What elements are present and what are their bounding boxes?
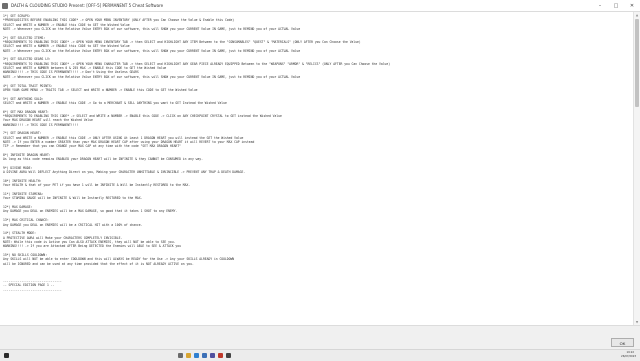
store-icon[interactable] xyxy=(210,353,215,358)
instructions-text-area[interactable]: 1*) SET SCRAPS: *PREREQUISITES BEFORE ENA… xyxy=(0,12,633,325)
start-icon[interactable] xyxy=(4,353,9,358)
scroll-thumb[interactable] xyxy=(635,19,639,107)
ok-button[interactable]: OK xyxy=(611,338,634,347)
scroll-up-icon[interactable]: ▲ xyxy=(634,12,640,18)
search-icon[interactable] xyxy=(178,353,183,358)
vertical-scrollbar[interactable]: ▲ ▼ xyxy=(633,12,640,325)
window-controls: – □ ✕ xyxy=(592,0,640,11)
dialog-footer: OK xyxy=(0,325,640,350)
media-icon[interactable] xyxy=(218,353,223,358)
minimize-button[interactable]: – xyxy=(592,0,608,11)
cheat-app-icon[interactable] xyxy=(226,353,231,358)
maximize-button[interactable]: □ xyxy=(608,0,624,11)
close-button[interactable]: ✕ xyxy=(624,0,640,11)
clock-date[interactable]: 26/07/2023 xyxy=(621,355,636,358)
clock-time[interactable]: 19:22 xyxy=(627,351,634,354)
text-line: -------------------------------- xyxy=(3,287,62,292)
mail-icon[interactable] xyxy=(202,353,207,358)
taskbar: 19:22 26/07/2023 xyxy=(0,349,640,361)
file-explorer-icon[interactable] xyxy=(186,353,191,358)
window-title: DALTH & CLOUDING STUDIO Present: [OFF-5]… xyxy=(11,3,164,8)
title-bar: DALTH & CLOUDING STUDIO Present: [OFF-5]… xyxy=(0,0,640,12)
app-icon xyxy=(2,2,8,9)
browser-icon[interactable] xyxy=(194,353,199,358)
